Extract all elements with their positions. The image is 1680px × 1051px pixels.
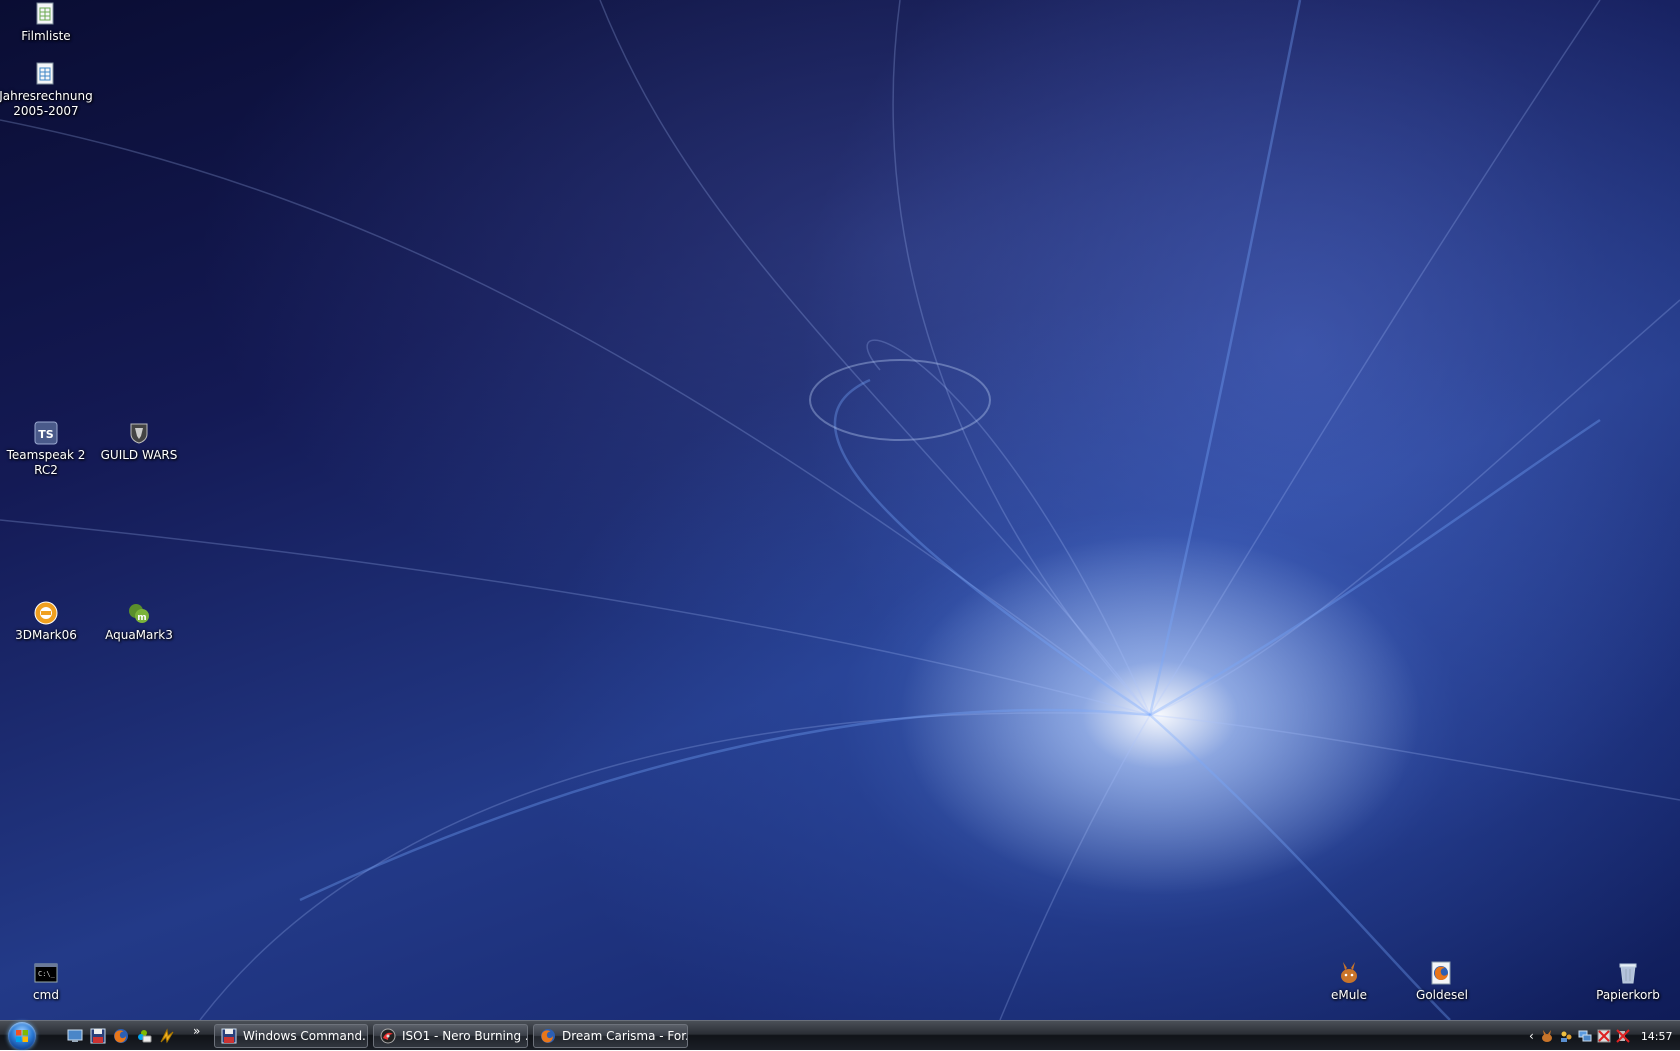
messenger-icon[interactable] — [135, 1027, 153, 1045]
desktop-icon-label: Papierkorb — [1596, 988, 1660, 1002]
svg-text:m: m — [137, 613, 146, 623]
show-desktop-icon[interactable] — [66, 1027, 84, 1045]
desktop-icon-label: GUILD WARS — [100, 448, 178, 462]
taskbar-button-label: Windows Command... — [243, 1029, 367, 1043]
taskbar-clock[interactable]: 14:57 — [1641, 1030, 1673, 1043]
emule-icon — [1337, 961, 1361, 985]
windows-logo-icon — [16, 1030, 28, 1042]
nero-icon — [380, 1028, 396, 1044]
guild-wars-icon — [127, 421, 151, 445]
volume-muted-tray-icon[interactable] — [1616, 1029, 1630, 1043]
floppy-disk-icon[interactable] — [89, 1027, 107, 1045]
network-tray-icon[interactable] — [1578, 1029, 1592, 1043]
svg-text:TS: TS — [38, 428, 54, 441]
desktop-icon-label: Filmliste — [21, 29, 71, 43]
aquamark-icon: m — [127, 601, 151, 625]
desktop-icon-filmliste[interactable]: Filmliste — [0, 2, 92, 44]
spreadsheet-file-icon — [34, 2, 58, 26]
desktop-icon-label: Teamspeak 2 RC2 — [6, 448, 86, 477]
desktop-icon-papierkorb[interactable]: Papierkorb — [1582, 961, 1674, 1003]
taskbar-button-windows-command[interactable]: Windows Command... — [214, 1024, 368, 1048]
emule-tray-icon[interactable] — [1540, 1029, 1554, 1043]
firefox-icon — [541, 1029, 555, 1043]
command-window-icon — [221, 1028, 237, 1044]
firefox-shortcut-icon — [1430, 961, 1454, 985]
system-tray: ‹ 14:57 — [1525, 1021, 1680, 1051]
desktop-icon-label: AquaMark3 — [105, 628, 173, 642]
desktop-icon-cmd[interactable]: C:\_ cmd — [0, 961, 92, 1003]
quick-launch-bar — [66, 1027, 176, 1045]
desktop-icon-teamspeak[interactable]: TS Teamspeak 2 RC2 — [0, 421, 92, 478]
desktop-icon-label: Jahresrechnung 2005-2007 — [0, 89, 93, 118]
desktop-icon-3dmark06[interactable]: 3DMark06 — [0, 601, 92, 643]
desktop-icon-goldesel[interactable]: Goldesel — [1396, 961, 1488, 1003]
taskbar-button-label: ISO1 - Nero Burning ... — [402, 1029, 527, 1043]
taskbar-button-label: Dream Carisma - For... — [562, 1029, 687, 1043]
teamspeak-icon: TS — [34, 421, 58, 445]
desktop-icon-label: cmd — [33, 988, 59, 1002]
desktop-icon-jahresrechnung[interactable]: Jahresrechnung 2005-2007 — [0, 62, 93, 119]
winamp-icon[interactable] — [158, 1027, 176, 1045]
security-alert-tray-icon[interactable] — [1597, 1029, 1611, 1043]
svg-text:C:\_: C:\_ — [38, 970, 56, 978]
recycle-bin-icon — [1616, 961, 1640, 985]
taskbar-button-firefox[interactable]: Dream Carisma - For... — [533, 1024, 688, 1048]
3dmark-icon — [34, 601, 58, 625]
desktop-icon-aquamark3[interactable]: m AquaMark3 — [93, 601, 185, 643]
network-users-tray-icon[interactable] — [1559, 1029, 1573, 1043]
wallpaper — [0, 0, 1680, 1020]
start-button[interactable] — [8, 1022, 36, 1050]
desktop-icon-label: eMule — [1330, 988, 1368, 1002]
taskbar-button-nero[interactable]: ISO1 - Nero Burning ... — [373, 1024, 528, 1048]
firefox-icon[interactable] — [112, 1027, 130, 1045]
quick-launch-chevron-icon[interactable]: » — [193, 1024, 200, 1038]
desktop[interactable]: Filmliste Jahresrechnung 2005-2007 TS Te… — [0, 0, 1680, 1020]
desktop-icon-label: 3DMark06 — [15, 628, 77, 642]
desktop-icon-guild-wars[interactable]: GUILD WARS — [93, 421, 185, 463]
spreadsheet-file-icon — [34, 62, 58, 86]
taskbar: » Windows Command... ISO1 - Nero Burning… — [0, 1020, 1680, 1050]
desktop-icon-label: Goldesel — [1416, 988, 1468, 1002]
show-hidden-icons-chevron-icon[interactable]: ‹ — [1529, 1029, 1534, 1043]
command-prompt-icon: C:\_ — [34, 961, 58, 985]
desktop-icon-emule[interactable]: eMule — [1303, 961, 1395, 1003]
